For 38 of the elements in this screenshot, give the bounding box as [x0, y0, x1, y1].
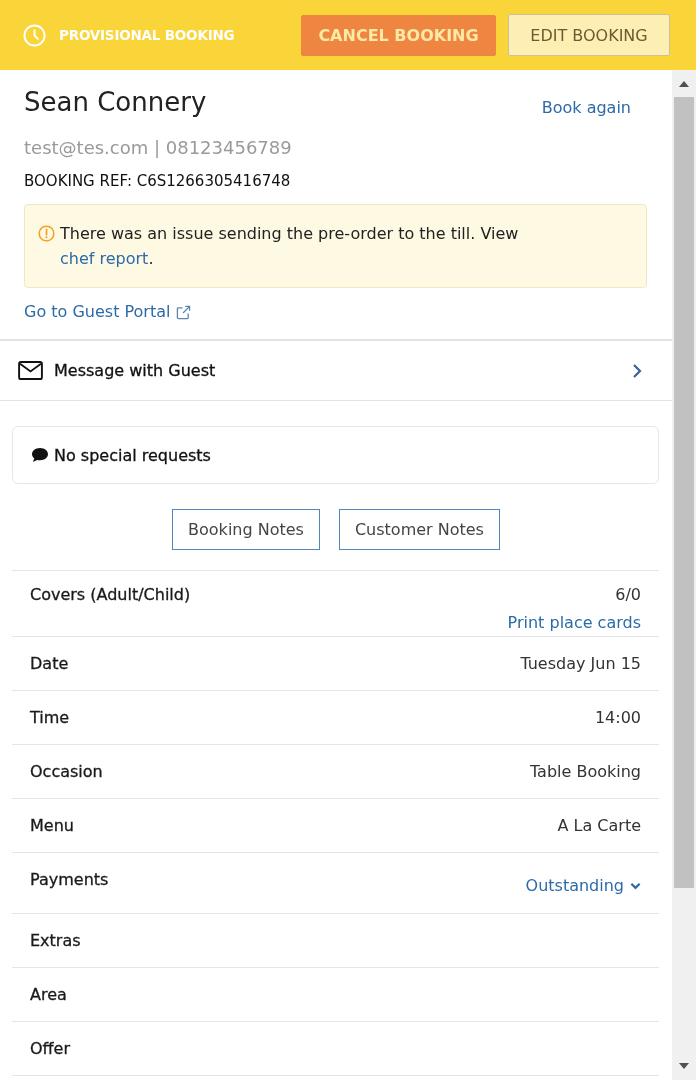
- scrollbar-thumb[interactable]: [674, 97, 694, 888]
- external-link-icon: [176, 304, 192, 320]
- chevron-right-icon: [632, 362, 642, 379]
- alert-message: There was an issue sending the pre-order to the till. View chef report.: [60, 223, 520, 270]
- scroll-up-arrow-icon[interactable]: [679, 81, 689, 87]
- detail-label: Offer: [30, 1038, 71, 1060]
- notes-button[interactable]: Booking Notes: [172, 509, 320, 550]
- chef-report-link[interactable]: chef report: [60, 249, 149, 268]
- detail-label: Occasion: [30, 761, 103, 783]
- clock-icon: [23, 23, 46, 47]
- detail-label: Area: [30, 984, 67, 1006]
- detail-link[interactable]: Print place cards: [507, 612, 641, 634]
- detail-label: Date: [30, 653, 69, 675]
- scroll-down-arrow-icon[interactable]: [679, 1063, 689, 1069]
- detail-value: A La Carte: [557, 815, 641, 837]
- envelope-icon: [18, 361, 43, 380]
- edit-booking-button[interactable]: EDIT BOOKING: [508, 14, 670, 56]
- booking-reference: BOOKING REF: C6S1266305416748: [24, 171, 292, 191]
- guest-portal-link[interactable]: Go to Guest Portal: [24, 301, 192, 323]
- detail-value: 6/0: [615, 584, 641, 606]
- detail-label: Time: [30, 707, 70, 729]
- special-requests-text: No special requests: [54, 445, 211, 465]
- guest-contact-details: test@tes.com | 08123456789: [24, 136, 293, 160]
- detail-label: Menu: [30, 815, 74, 837]
- detail-label: Extras: [30, 930, 81, 952]
- detail-value: 14:00: [594, 707, 641, 729]
- notes-button[interactable]: Customer Notes: [338, 509, 500, 550]
- book-again-link[interactable]: Book again: [541, 97, 631, 119]
- detail-label: Covers (Adult/Child): [30, 584, 191, 606]
- chevron-down-icon: [630, 881, 641, 890]
- detail-value: Table Booking: [529, 761, 641, 783]
- detail-label: Payments: [30, 869, 109, 891]
- warning-icon: [38, 225, 55, 242]
- guest-name: Sean Connery: [24, 86, 207, 118]
- booking-status-label: PROVISIONAL BOOKING: [59, 27, 235, 43]
- payment-status-dropdown[interactable]: Outstanding: [525, 869, 641, 898]
- speech-bubble-icon: [31, 447, 49, 463]
- detail-value: Tuesday Jun 15: [520, 653, 641, 675]
